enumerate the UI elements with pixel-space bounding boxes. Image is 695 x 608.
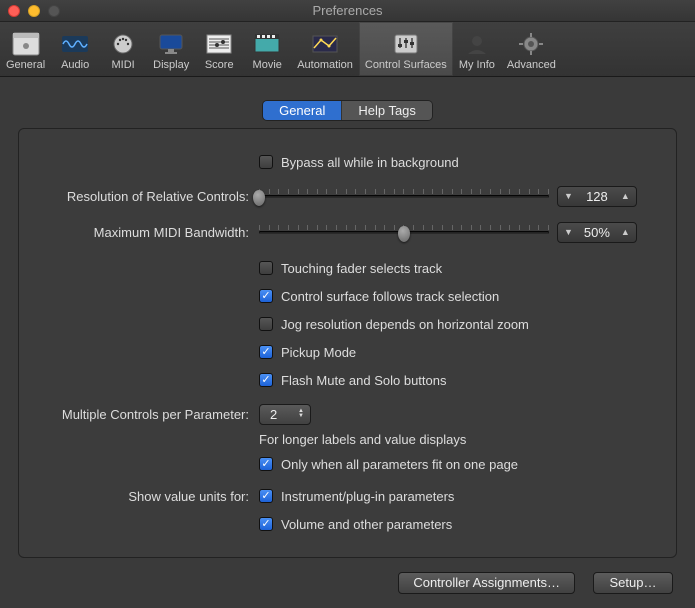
midi-icon — [107, 30, 139, 58]
toolbar-label: Audio — [61, 59, 89, 71]
toolbar-item-control-surfaces[interactable]: Control Surfaces — [359, 22, 453, 76]
follows-selection-checkbox[interactable] — [259, 289, 273, 303]
minimize-icon[interactable] — [28, 5, 40, 17]
subtab-help-tags[interactable]: Help Tags — [342, 101, 432, 120]
toolbar-label: Control Surfaces — [365, 59, 447, 71]
subtabs: General Help Tags — [0, 77, 695, 128]
titlebar: Preferences — [0, 0, 695, 22]
toolbar-label: Display — [153, 59, 189, 71]
toolbar-item-automation[interactable]: Automation — [291, 22, 359, 76]
controller-assignments-button[interactable]: Controller Assignments… — [398, 572, 575, 594]
bandwidth-slider[interactable] — [259, 224, 549, 240]
volume-label: Volume and other parameters — [281, 517, 452, 532]
resolution-slider[interactable] — [259, 188, 549, 204]
bandwidth-label: Maximum MIDI Bandwidth: — [43, 225, 259, 240]
toolbar-item-my-info[interactable]: My Info — [453, 22, 501, 76]
multiple-helper: For longer labels and value displays — [259, 432, 466, 447]
audio-icon — [59, 30, 91, 58]
pickup-checkbox[interactable] — [259, 345, 273, 359]
bandwidth-value: 50% — [583, 225, 611, 240]
multiple-label: Multiple Controls per Parameter: — [43, 407, 259, 422]
multiple-dropdown[interactable]: 2 ▲▼ — [259, 404, 311, 425]
only-fit-label: Only when all parameters fit on one page — [281, 457, 518, 472]
resolution-value: 128 — [583, 189, 611, 204]
settings-panel: Bypass all while in background Resolutio… — [18, 128, 677, 558]
touch-fader-label: Touching fader selects track — [281, 261, 442, 276]
resolution-label: Resolution of Relative Controls: — [43, 189, 259, 204]
chevron-up-icon[interactable]: ▲ — [621, 227, 630, 237]
maximize-icon — [48, 5, 60, 17]
control-surfaces-icon — [390, 30, 422, 58]
subtab-general[interactable]: General — [263, 101, 342, 120]
toolbar-item-audio[interactable]: Audio — [51, 22, 99, 76]
toolbar-item-movie[interactable]: Movie — [243, 22, 291, 76]
automation-icon — [309, 30, 341, 58]
toolbar-label: My Info — [459, 59, 495, 71]
flash-label: Flash Mute and Solo buttons — [281, 373, 447, 388]
movie-icon — [251, 30, 283, 58]
jog-checkbox[interactable] — [259, 317, 273, 331]
toolbar-item-display[interactable]: Display — [147, 22, 195, 76]
toolbar-label: General — [6, 59, 45, 71]
resolution-stepper[interactable]: ▼ 128 ▲ — [557, 186, 637, 207]
window-title: Preferences — [312, 3, 382, 18]
toolbar-label: Movie — [253, 59, 282, 71]
instrument-checkbox[interactable] — [259, 489, 273, 503]
gear-icon — [515, 30, 547, 58]
score-icon — [203, 30, 235, 58]
bypass-label: Bypass all while in background — [281, 155, 459, 170]
setup-button[interactable]: Setup… — [593, 572, 673, 594]
chevron-down-icon[interactable]: ▼ — [564, 227, 573, 237]
only-fit-checkbox[interactable] — [259, 457, 273, 471]
chevron-up-icon[interactable]: ▲ — [621, 191, 630, 201]
toolbar-item-midi[interactable]: MIDI — [99, 22, 147, 76]
display-icon — [155, 30, 187, 58]
bottom-buttons: Controller Assignments… Setup… — [0, 572, 695, 608]
touch-fader-checkbox[interactable] — [259, 261, 273, 275]
toolbar-label: Automation — [297, 59, 353, 71]
my-info-icon — [461, 30, 493, 58]
close-icon[interactable] — [8, 5, 20, 17]
caret-icon: ▲▼ — [298, 409, 304, 419]
jog-label: Jog resolution depends on horizontal zoo… — [281, 317, 529, 332]
multiple-value: 2 — [270, 407, 277, 422]
show-units-label: Show value units for: — [43, 489, 259, 504]
chevron-down-icon[interactable]: ▼ — [564, 191, 573, 201]
general-icon — [10, 30, 42, 58]
toolbar-label: Advanced — [507, 59, 556, 71]
toolbar-item-score[interactable]: Score — [195, 22, 243, 76]
pickup-label: Pickup Mode — [281, 345, 356, 360]
toolbar-label: Score — [205, 59, 234, 71]
toolbar-item-general[interactable]: General — [0, 22, 51, 76]
bandwidth-stepper[interactable]: ▼ 50% ▲ — [557, 222, 637, 243]
follows-selection-label: Control surface follows track selection — [281, 289, 499, 304]
toolbar: General Audio MIDI Display Score Movie — [0, 22, 695, 77]
volume-checkbox[interactable] — [259, 517, 273, 531]
bypass-checkbox[interactable] — [259, 155, 273, 169]
toolbar-label: MIDI — [112, 59, 135, 71]
instrument-label: Instrument/plug-in parameters — [281, 489, 454, 504]
window-controls — [8, 5, 60, 17]
flash-checkbox[interactable] — [259, 373, 273, 387]
toolbar-item-advanced[interactable]: Advanced — [501, 22, 562, 76]
